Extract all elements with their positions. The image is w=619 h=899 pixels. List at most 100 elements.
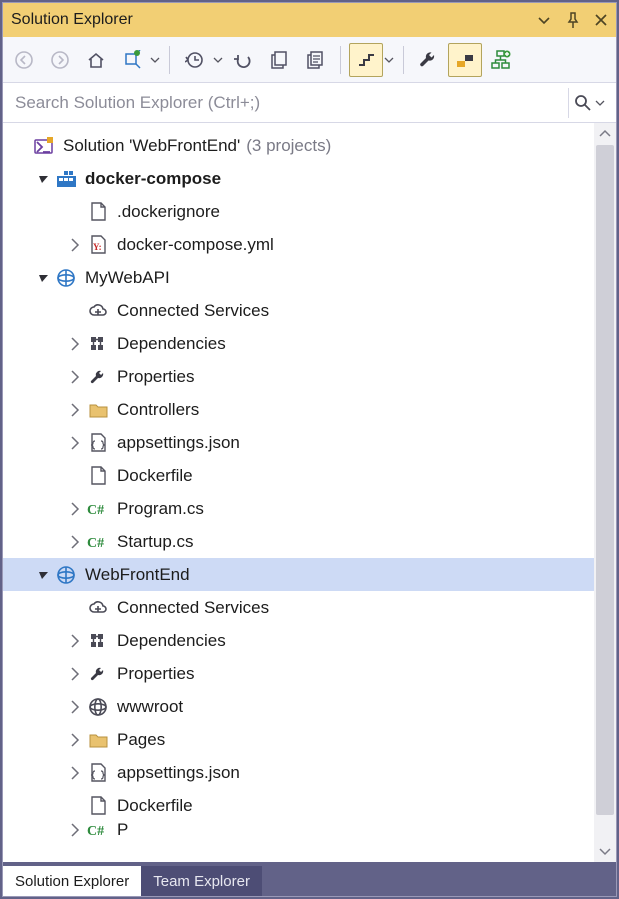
bottom-tabs: Solution Explorer Team Explorer [3,862,616,896]
project-mywebapi[interactable]: MyWebAPI [3,261,594,294]
project-webfrontend[interactable]: WebFrontEnd [3,558,594,591]
yaml-icon [87,234,109,256]
expander-closed-icon[interactable] [67,436,83,450]
json-icon [87,762,109,784]
close-icon[interactable] [594,13,608,27]
node-connected-services[interactable]: Connected Services [3,294,594,327]
folder-pages[interactable]: Pages [3,723,594,756]
folder-icon [87,399,109,421]
expander-closed-icon[interactable] [67,238,83,252]
scroll-down-icon[interactable] [594,842,616,862]
solution-label: Solution 'WebFrontEnd' [63,136,240,156]
search-button[interactable] [568,88,610,118]
home-button[interactable] [79,43,113,77]
toolbar-separator [169,46,170,74]
new-scope-button[interactable] [484,43,518,77]
expander-closed-icon[interactable] [67,634,83,648]
expander-closed-icon[interactable] [67,502,83,516]
folder-wwwroot[interactable]: wwwroot [3,690,594,723]
pin-icon[interactable] [564,12,580,29]
expander-open-icon[interactable] [35,172,51,186]
csproj-icon [55,267,77,289]
cloud-icon [87,597,109,619]
project-docker-compose[interactable]: docker-compose [3,162,594,195]
solution-explorer-panel: Solution Explorer [2,2,617,897]
forward-button[interactable] [43,43,77,77]
search-icon [574,94,592,112]
tab-solution-explorer[interactable]: Solution Explorer [3,866,141,896]
sync-dropdown-icon[interactable] [149,55,161,65]
vertical-scrollbar[interactable] [594,123,616,862]
file-icon [87,201,109,223]
json-icon [87,432,109,454]
file-appsettings[interactable]: appsettings.json [3,756,594,789]
sync-button[interactable] [115,43,149,77]
file-dockerfile[interactable]: Dockerfile [3,789,594,822]
file-docker-compose-yml[interactable]: docker-compose.yml [3,228,594,261]
csharp-icon [87,531,109,553]
pending-changes-button[interactable] [178,43,212,77]
file-dockerignore[interactable]: .dockerignore [3,195,594,228]
expander-closed-icon[interactable] [67,337,83,351]
scrollbar-thumb[interactable] [596,145,614,815]
expander-closed-icon[interactable] [67,733,83,747]
pending-dropdown-icon[interactable] [212,55,224,65]
dependencies-icon [87,630,109,652]
search-bar [3,83,616,123]
node-properties[interactable]: Properties [3,360,594,393]
folder-icon [87,729,109,751]
file-dockerfile[interactable]: Dockerfile [3,459,594,492]
folder-controllers[interactable]: Controllers [3,393,594,426]
expander-closed-icon[interactable] [67,370,83,384]
cloud-icon [87,300,109,322]
panel-title: Solution Explorer [11,11,538,29]
csharp-icon [87,822,109,838]
tab-team-explorer[interactable]: Team Explorer [141,866,262,896]
wrench-icon [87,663,109,685]
collapse-all-button[interactable] [262,43,296,77]
window-options-icon[interactable] [538,15,550,25]
refresh-button[interactable] [226,43,260,77]
expander-closed-icon[interactable] [67,700,83,714]
solution-count: (3 projects) [246,136,331,156]
solution-node[interactable]: Solution 'WebFrontEnd' (3 projects) [3,129,594,162]
back-button[interactable] [7,43,41,77]
docker-compose-icon [55,168,77,190]
csharp-icon [87,498,109,520]
preview-selected-button[interactable] [349,43,383,77]
search-input[interactable] [9,83,568,122]
solution-icon [33,135,55,157]
globe-icon [87,696,109,718]
expander-closed-icon[interactable] [67,766,83,780]
file-appsettings[interactable]: appsettings.json [3,426,594,459]
expander-open-icon[interactable] [35,271,51,285]
node-connected-services[interactable]: Connected Services [3,591,594,624]
expander-closed-icon[interactable] [67,535,83,549]
expander-open-icon[interactable] [35,568,51,582]
step-button[interactable] [448,43,482,77]
node-dependencies[interactable]: Dependencies [3,624,594,657]
file-icon [87,795,109,817]
node-properties[interactable]: Properties [3,657,594,690]
show-all-files-button[interactable] [298,43,332,77]
expander-closed-icon[interactable] [67,403,83,417]
file-program-cs[interactable]: Program.cs [3,492,594,525]
titlebar: Solution Explorer [3,3,616,37]
dependencies-icon [87,333,109,355]
expander-closed-icon[interactable] [67,823,83,837]
node-dependencies[interactable]: Dependencies [3,327,594,360]
expander-closed-icon[interactable] [67,667,83,681]
csproj-icon [55,564,77,586]
search-dropdown-icon [595,98,605,108]
wrench-icon [87,366,109,388]
solution-tree[interactable]: Solution 'WebFrontEnd' (3 projects) dock… [3,123,594,862]
file-startup-cs[interactable]: Startup.cs [3,525,594,558]
toolbar-separator [403,46,404,74]
scroll-up-icon[interactable] [594,123,616,143]
preview-dropdown-icon[interactable] [383,55,395,65]
file-partial[interactable]: P [3,822,594,838]
properties-button[interactable] [412,43,446,77]
toolbar-separator [340,46,341,74]
toolbar [3,37,616,83]
file-icon [87,465,109,487]
